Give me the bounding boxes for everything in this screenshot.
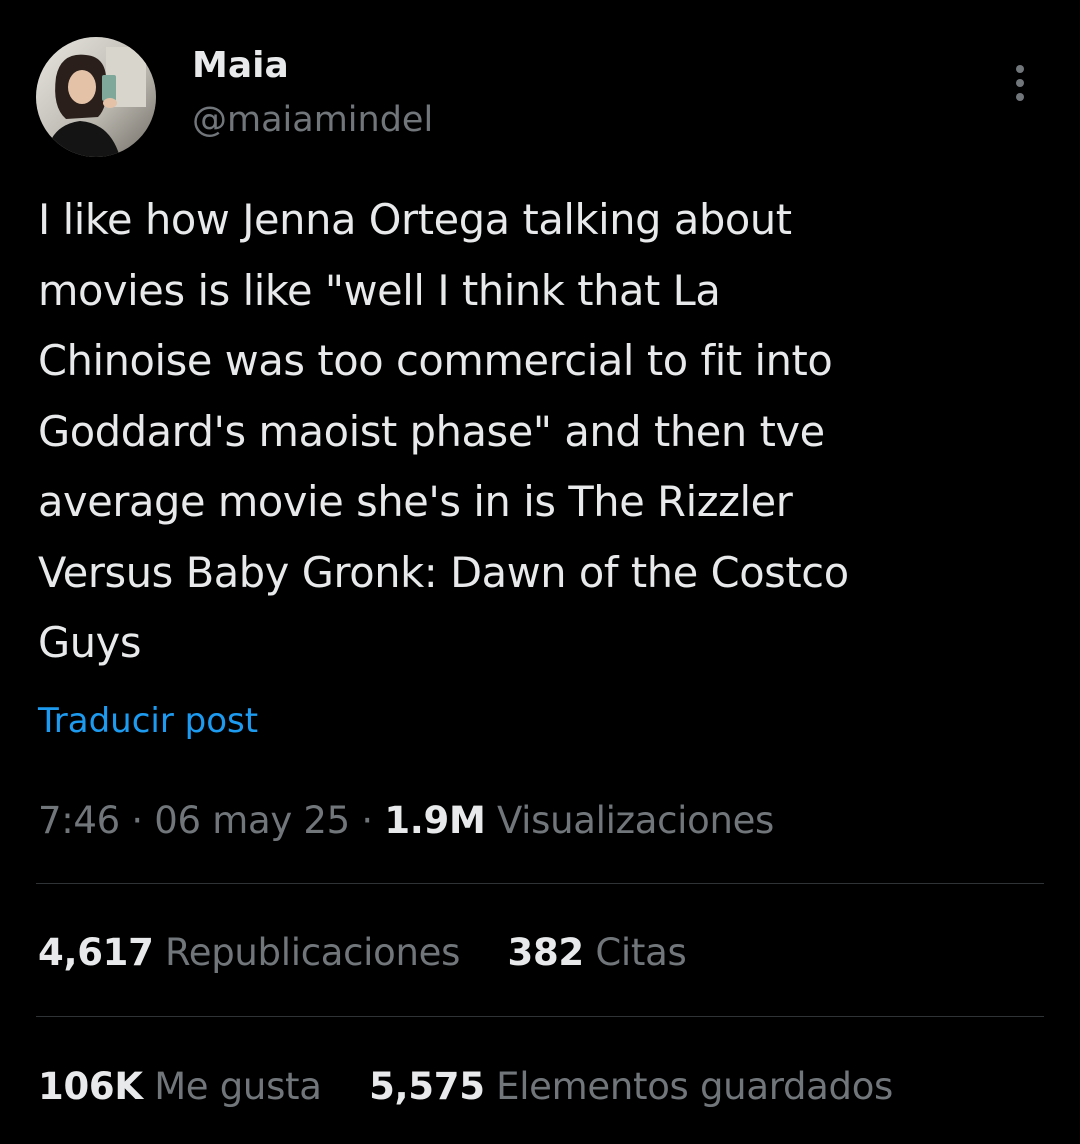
tweet-time[interactable]: 7:46	[38, 799, 120, 842]
likes-label: Me gusta	[154, 1065, 322, 1108]
tweet-date[interactable]: 06 may 25	[154, 799, 350, 842]
more-options-button[interactable]	[1002, 62, 1038, 106]
bookmarks-count: 5,575	[369, 1065, 485, 1108]
separator-dot: ·	[131, 799, 143, 842]
likes-stat[interactable]: 106K Me gusta	[38, 1062, 322, 1112]
views-label: Visualizaciones	[496, 799, 775, 842]
ellipsis-vertical-icon	[1016, 65, 1024, 101]
reposts-stat[interactable]: 4,617 Republicaciones	[38, 928, 460, 978]
avatar[interactable]	[36, 37, 156, 157]
quotes-label: Citas	[595, 931, 687, 974]
reposts-label: Republicaciones	[165, 931, 461, 974]
views-count: 1.9M	[384, 799, 486, 842]
quotes-stat[interactable]: 382 Citas	[508, 928, 687, 978]
profile-photo	[36, 37, 156, 157]
divider	[36, 883, 1044, 884]
author-handle[interactable]: @maiamindel	[192, 96, 433, 144]
separator-dot: ·	[361, 799, 373, 842]
translate-post-link[interactable]: Traducir post	[38, 697, 258, 745]
engagement-row-2: 106K Me gusta 5,575 Elementos guardados	[38, 1062, 929, 1112]
bookmarks-label: Elementos guardados	[496, 1065, 894, 1108]
tweet-meta: 7:46 · 06 may 25 · 1.9M Visualizaciones	[38, 796, 774, 846]
divider	[36, 1016, 1044, 1017]
bookmarks-stat[interactable]: 5,575 Elementos guardados	[369, 1062, 893, 1112]
quotes-count: 382	[507, 931, 585, 974]
tweet-text: I like how Jenna Ortega talking about mo…	[38, 195, 849, 667]
author-display-name[interactable]: Maia	[192, 42, 289, 90]
likes-count: 106K	[38, 1065, 143, 1108]
reposts-count: 4,617	[38, 931, 154, 974]
engagement-row-1: 4,617 Republicaciones 382 Citas	[38, 928, 722, 978]
